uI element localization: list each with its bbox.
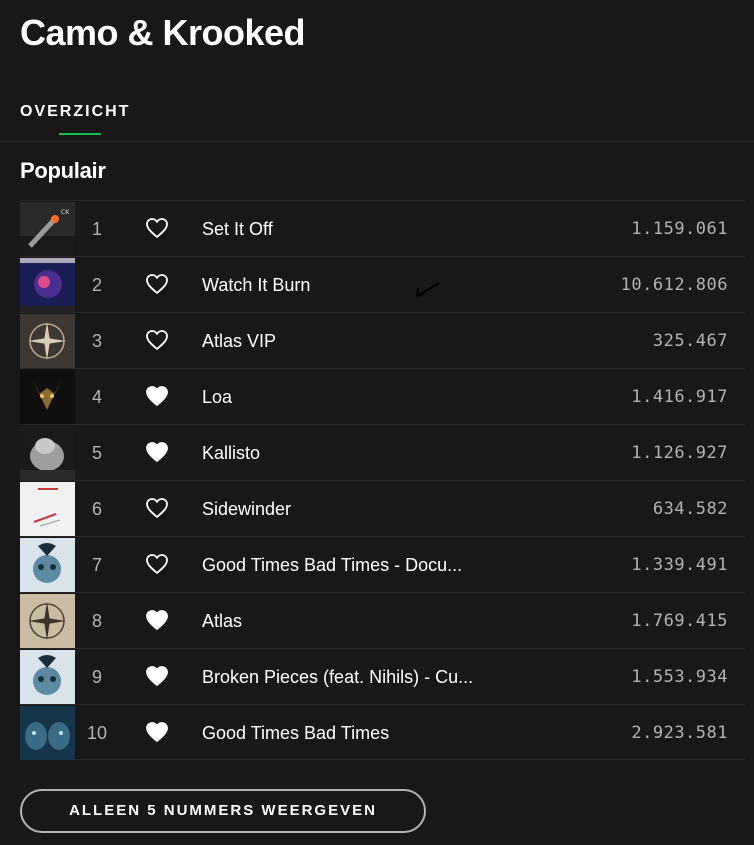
track-row[interactable]: 8 Atlas 1.769.415: [20, 592, 745, 648]
album-cover: [20, 706, 75, 760]
track-row[interactable]: 9 Broken Pieces (feat. Nihils) - Cu... 1.5…: [20, 648, 745, 704]
heart-outline-icon[interactable]: [145, 217, 169, 239]
album-cover: [20, 538, 75, 592]
track-number: 5: [91, 443, 102, 463]
heart-filled-icon[interactable]: [145, 609, 169, 631]
track-row[interactable]: CK 1 Set It Off 1.159.061: [20, 200, 745, 256]
play-count: 2.923.581: [631, 723, 728, 743]
heart-filled-icon[interactable]: [145, 721, 169, 743]
album-cover: [20, 650, 75, 704]
track-number: 9: [91, 667, 102, 687]
active-tab-indicator: [59, 133, 101, 135]
track-title[interactable]: Broken Pieces (feat. Nihils) - Cu...: [202, 649, 522, 705]
album-cover: [20, 314, 75, 368]
play-count: 10.612.806: [620, 275, 728, 295]
section-title-popular: Populair: [20, 158, 106, 183]
track-row[interactable]: 10 Good Times Bad Times 2.923.581: [20, 704, 745, 760]
heart-outline-icon[interactable]: [145, 329, 169, 351]
track-number: 1: [91, 219, 102, 239]
play-count: 325.467: [652, 331, 728, 351]
track-number: 10: [86, 723, 108, 743]
album-cover: [20, 426, 75, 480]
show-only-5-tracks-button[interactable]: ALLEEN 5 NUMMERS WEERGEVEN: [20, 789, 426, 833]
track-title[interactable]: Sidewinder: [202, 481, 522, 537]
track-list: CK 1 Set It Off 1.159.061 2 Watch It Burn 10.6…: [20, 200, 745, 760]
track-title[interactable]: Atlas: [202, 593, 522, 649]
track-number: 4: [91, 387, 102, 407]
track-title[interactable]: Loa: [202, 369, 522, 425]
play-count: 1.769.415: [631, 611, 728, 631]
artist-name: Camo & Krooked: [20, 12, 306, 53]
track-number: 6: [91, 499, 102, 519]
play-count: 1.339.491: [631, 555, 728, 575]
album-cover: [20, 594, 75, 648]
track-row[interactable]: 3 Atlas VIP 325.467: [20, 312, 745, 368]
heart-filled-icon[interactable]: [145, 665, 169, 687]
track-row[interactable]: 5 Kallisto 1.126.927: [20, 424, 745, 480]
track-number: 2: [91, 275, 102, 295]
track-number: 8: [91, 611, 102, 631]
artist-page: Camo & Krooked OVERZICHT Populair CK 1 Set…: [0, 0, 754, 845]
track-title[interactable]: Good Times Bad Times - Docu...: [202, 537, 522, 593]
svg-text:CK: CK: [61, 209, 70, 216]
heart-filled-icon[interactable]: [145, 385, 169, 407]
play-count: 1.126.927: [631, 443, 728, 463]
album-cover: CK: [20, 202, 75, 256]
track-title[interactable]: Atlas VIP: [202, 313, 522, 369]
tab-overview[interactable]: OVERZICHT: [20, 103, 130, 121]
mouse-cursor-mark: [416, 282, 440, 297]
tab-bar: OVERZICHT: [0, 100, 754, 142]
play-count: 1.416.917: [631, 387, 728, 407]
track-row[interactable]: 7 Good Times Bad Times - Docu... 1.339.491: [20, 536, 745, 592]
track-title[interactable]: Kallisto: [202, 425, 522, 481]
track-row[interactable]: 4 Loa 1.416.917: [20, 368, 745, 424]
album-cover: [20, 258, 75, 312]
track-number: 7: [91, 555, 102, 575]
track-title[interactable]: Set It Off: [202, 201, 522, 257]
heart-outline-icon[interactable]: [145, 497, 169, 519]
track-row[interactable]: 6 Sidewinder 634.582: [20, 480, 745, 536]
album-cover: [20, 482, 75, 536]
track-row[interactable]: 2 Watch It Burn 10.612.806: [20, 256, 745, 312]
track-title[interactable]: Good Times Bad Times: [202, 705, 522, 761]
heart-outline-icon[interactable]: [145, 553, 169, 575]
track-number: 3: [91, 331, 102, 351]
album-cover: [20, 370, 75, 424]
heart-outline-icon[interactable]: [145, 273, 169, 295]
heart-filled-icon[interactable]: [145, 441, 169, 463]
play-count: 1.159.061: [631, 219, 728, 239]
track-title[interactable]: Watch It Burn: [202, 257, 522, 313]
play-count: 1.553.934: [631, 667, 728, 687]
play-count: 634.582: [652, 499, 728, 519]
